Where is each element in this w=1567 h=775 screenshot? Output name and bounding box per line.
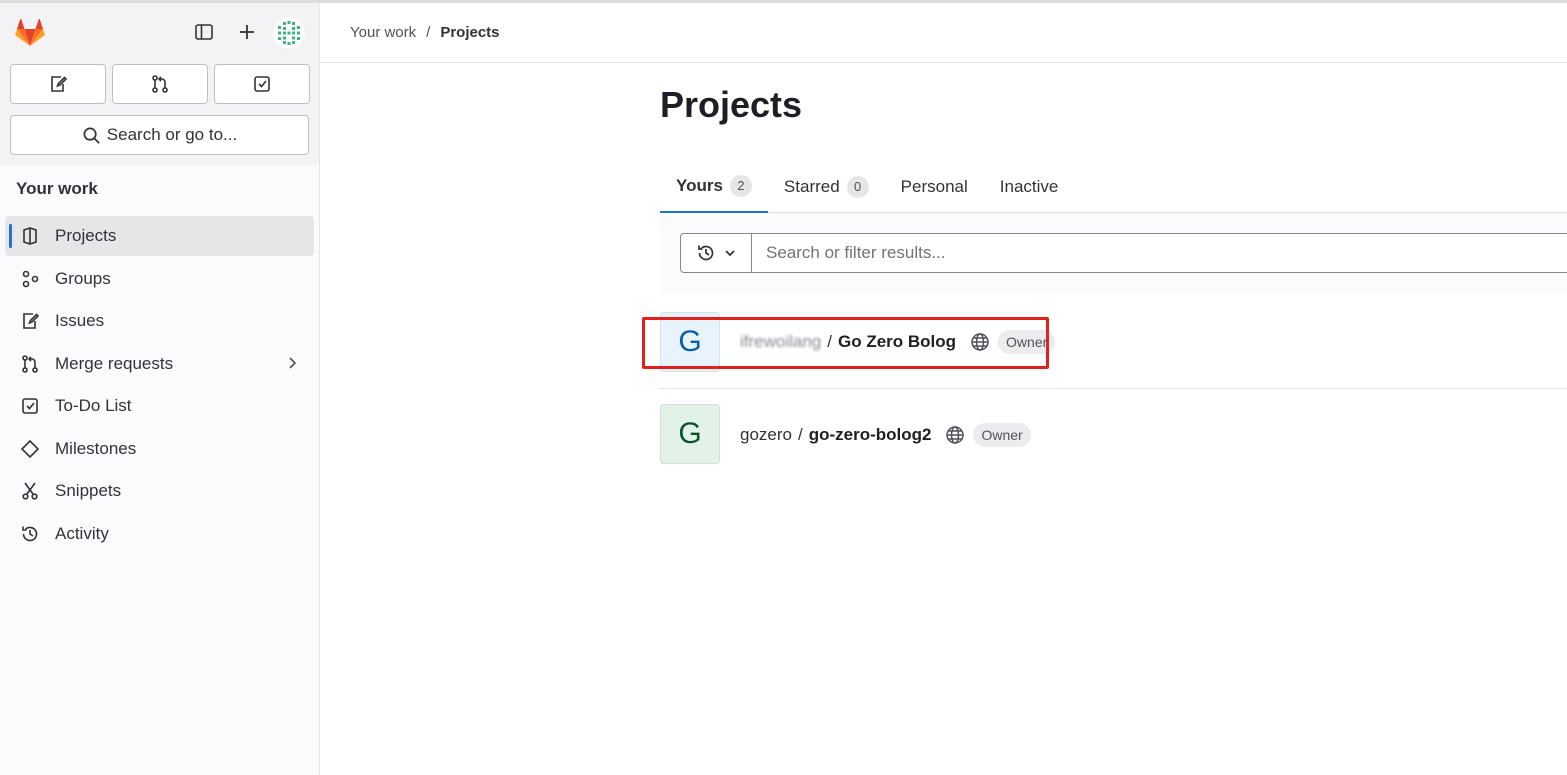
sidebar-item-label: To-Do List: [55, 396, 132, 415]
sidebar-item-snippets[interactable]: Snippets: [5, 471, 314, 511]
sidebar-item-milestones[interactable]: Milestones: [5, 429, 314, 469]
tab-label: Inactive: [999, 176, 1059, 196]
sidebar-toggle-icon[interactable]: [191, 19, 217, 45]
sidebar: Search or go to... Your work Projects Gr…: [0, 3, 320, 775]
issues-icon: [19, 310, 41, 332]
gitlab-logo-icon[interactable]: [13, 15, 47, 49]
project-name-link[interactable]: Go Zero Bolog: [838, 332, 956, 352]
sidebar-item-label: Snippets: [55, 481, 122, 500]
page-title: Projects: [660, 84, 803, 125]
sidebar-item-merge-requests[interactable]: Merge requests: [5, 344, 314, 384]
shortcut-buttons: [10, 64, 310, 104]
tab-label: Starred: [783, 176, 840, 196]
tab-label: Yours: [676, 175, 723, 195]
group-icon: [19, 268, 41, 290]
path-separator: /: [827, 332, 832, 351]
breadcrumb-parent-link[interactable]: Your work: [350, 24, 416, 41]
tab-yours[interactable]: Yours 2: [660, 160, 768, 213]
header-divider: [320, 62, 1567, 63]
tab-label: Personal: [900, 176, 968, 196]
sidebar-item-projects[interactable]: Projects: [5, 216, 314, 256]
sidebar-nav: Projects Groups Issues Merge requests To…: [5, 216, 314, 556]
breadcrumb-separator: /: [426, 24, 431, 41]
project-namespace[interactable]: ifrewoilang: [740, 332, 821, 352]
project-name-link[interactable]: go-zero-bolog2: [809, 425, 932, 445]
sidebar-item-label: Issues: [55, 311, 105, 330]
filter-bar: [660, 213, 1567, 293]
search-filter-input[interactable]: [751, 233, 1567, 273]
issues-shortcut-button[interactable]: [10, 64, 106, 104]
sidebar-item-label: Activity: [55, 523, 109, 543]
tab-count-badge: 2: [729, 174, 752, 197]
sidebar-item-groups[interactable]: Groups: [5, 259, 314, 299]
project-title: gozero / go-zero-bolog2 Owner: [740, 389, 1031, 480]
search-icon: [83, 127, 100, 144]
history-icon: [19, 523, 41, 545]
path-separator: /: [797, 424, 803, 444]
issues-icon: [51, 76, 68, 92]
project-avatar[interactable]: G: [660, 404, 720, 464]
merge-request-icon: [152, 75, 168, 93]
project-avatar[interactable]: G: [660, 312, 720, 372]
role-badge: Owner: [998, 330, 1056, 354]
sidebar-item-issues[interactable]: Issues: [5, 301, 314, 341]
sidebar-header: Search or go to...: [0, 3, 319, 165]
snippet-icon: [19, 480, 41, 502]
sidebar-item-label: Groups: [55, 268, 111, 288]
milestone-icon: [19, 438, 41, 460]
todo-shortcut-button[interactable]: [214, 64, 310, 104]
sidebar-item-activity[interactable]: Activity: [5, 514, 314, 554]
breadcrumb: Your work / Projects: [350, 24, 500, 41]
sidebar-item-label: Milestones: [55, 438, 137, 458]
project-tabs: Yours 2 Starred 0 Personal Inactive: [660, 160, 1567, 213]
merge-request-icon: [19, 353, 41, 375]
history-icon: [698, 245, 714, 261]
todo-icon: [254, 76, 270, 92]
breadcrumb-current[interactable]: Projects: [440, 24, 499, 41]
role-badge: Owner: [973, 422, 1031, 447]
project-row: G gozero / go-zero-bolog2 Owner: [660, 389, 1567, 480]
recent-searches-dropdown[interactable]: [680, 233, 752, 273]
tab-personal[interactable]: Personal: [885, 160, 984, 213]
global-search-label: Search or go to...: [106, 125, 238, 144]
project-title: ifrewoilang / Go Zero Bolog Owner: [740, 298, 1056, 386]
public-visibility-icon: [945, 425, 965, 445]
todo-icon: [19, 395, 41, 417]
tab-inactive[interactable]: Inactive: [984, 160, 1075, 213]
sidebar-section-title: Your work: [16, 179, 98, 198]
merge-requests-shortcut-button[interactable]: [112, 64, 208, 104]
project-row: G ifrewoilang / Go Zero Bolog Owner: [660, 298, 1567, 389]
chevron-right-icon[interactable]: [284, 355, 300, 371]
public-visibility-icon: [970, 332, 990, 352]
sidebar-item-label: Merge requests: [55, 353, 174, 373]
sidebar-item-todo-list[interactable]: To-Do List: [5, 386, 314, 426]
tab-starred[interactable]: Starred 0: [768, 160, 885, 213]
plus-icon[interactable]: [234, 19, 260, 45]
sidebar-item-label: Projects: [55, 226, 117, 245]
tab-count-badge: 0: [846, 175, 869, 198]
user-avatar[interactable]: [273, 17, 305, 49]
project-namespace[interactable]: gozero: [740, 425, 792, 445]
project-icon: [19, 225, 41, 247]
global-search-button[interactable]: Search or go to...: [10, 115, 309, 155]
chevron-down-icon: [725, 250, 735, 257]
